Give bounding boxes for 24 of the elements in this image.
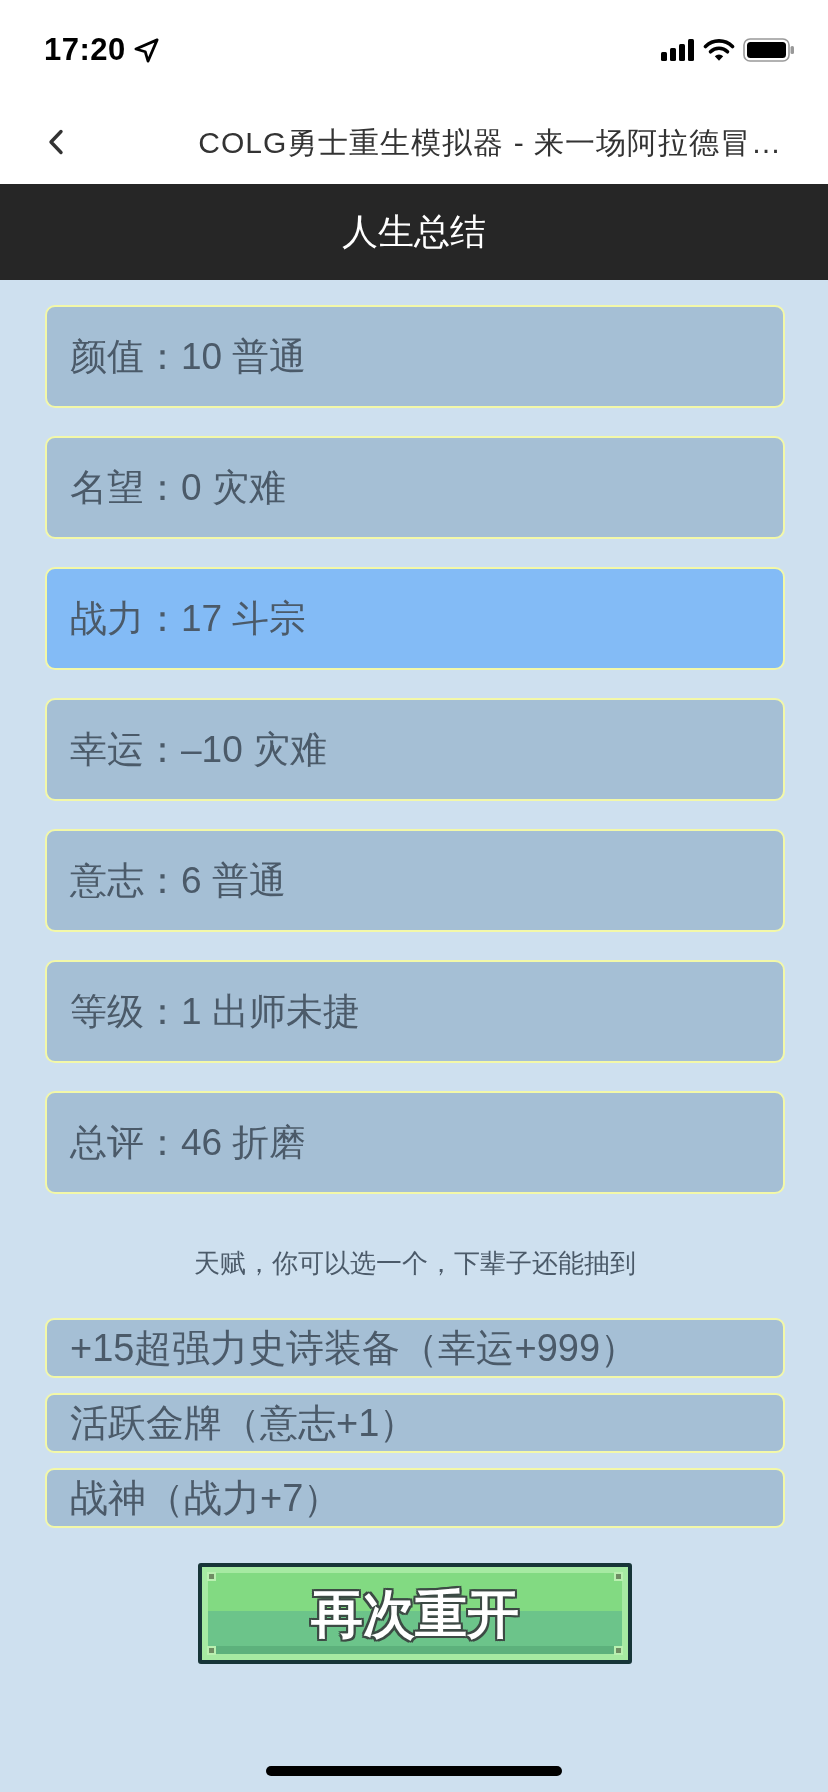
summary-row: 总评：46 折磨: [45, 1091, 785, 1194]
rivet-icon: [614, 1646, 623, 1655]
battery-icon: [743, 38, 795, 62]
talent-option[interactable]: +15超强力史诗装备（幸运+999）: [45, 1318, 785, 1378]
rivet-icon: [614, 1572, 623, 1581]
summary-row: 意志：6 普通: [45, 829, 785, 932]
summary-row: 名望：0 灾难: [45, 436, 785, 539]
talent-hint: 天赋，你可以选一个，下辈子还能抽到: [193, 1247, 637, 1280]
talent-option[interactable]: 活跃金牌（意志+1）: [45, 1393, 785, 1453]
summary-row: 等级：1 出师未捷: [45, 960, 785, 1063]
talent-option[interactable]: 战神（战力+7）: [45, 1468, 785, 1528]
wifi-icon: [703, 38, 735, 62]
back-icon: [48, 129, 64, 155]
restart-button[interactable]: 再次重开: [198, 1563, 632, 1664]
rivet-icon: [207, 1646, 216, 1655]
location-arrow-icon: [133, 37, 159, 63]
signal-icon: [661, 39, 695, 61]
header-title: 人生总结: [342, 210, 486, 254]
summary-row: 颜值：10 普通: [45, 305, 785, 408]
page-title: COLG勇士重生模拟器 - 来一场阿拉德冒…: [198, 124, 782, 161]
summary-row: 幸运：–10 灾难: [45, 698, 785, 801]
summary-row: 战力：17 斗宗: [45, 567, 785, 670]
rivet-icon: [207, 1572, 216, 1581]
status-time: 17:20: [44, 30, 126, 69]
